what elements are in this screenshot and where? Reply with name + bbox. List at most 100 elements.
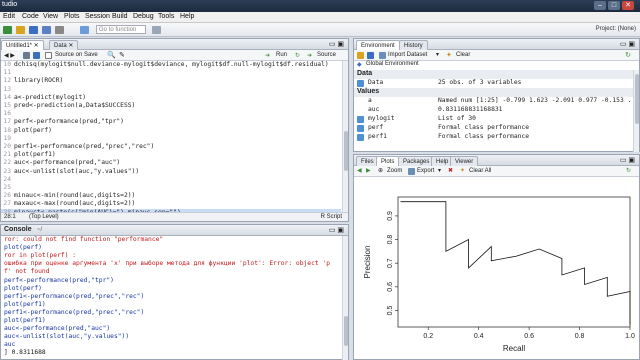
env-row[interactable]: perf Formal class performance xyxy=(354,124,635,133)
search-icon[interactable]: 🔍 xyxy=(107,51,116,59)
maximize-button[interactable]: □ xyxy=(608,1,620,10)
language-selector[interactable]: R Script xyxy=(321,214,342,220)
env-row[interactable]: auc 0.831168831168831 xyxy=(354,106,635,115)
print-icon[interactable] xyxy=(55,26,64,34)
load-workspace-icon[interactable] xyxy=(357,52,364,59)
new-file-icon[interactable] xyxy=(3,26,12,34)
console-output[interactable]: ror: could not find function "performanc… xyxy=(1,236,341,360)
back-icon[interactable]: ◀ ▶ xyxy=(4,52,15,59)
go-to-file-icon[interactable] xyxy=(80,26,89,34)
code-line[interactable]: 18 plot(perf) xyxy=(1,127,341,135)
line-number: 27 xyxy=(3,200,11,208)
dropdown-arrow-icon[interactable]: ▾ xyxy=(436,51,439,58)
env-row[interactable]: perf1 Formal class performance xyxy=(354,133,635,142)
code-line[interactable]: 24 xyxy=(1,176,341,184)
code-line[interactable]: 11 xyxy=(1,69,341,77)
code-line[interactable]: 14 a<-predict(mylogit) xyxy=(1,94,341,102)
global-environment-selector[interactable]: Global Environment xyxy=(366,61,419,67)
export-button[interactable]: Export xyxy=(417,168,434,174)
tab-viewer[interactable]: Viewer xyxy=(450,156,479,166)
console-scrollbar[interactable] xyxy=(342,236,348,360)
tab-untitled1[interactable]: Untitled1* ✕ xyxy=(1,40,44,50)
remove-plot-icon[interactable]: ✖ xyxy=(448,167,453,174)
source-button[interactable]: Source xyxy=(317,52,336,58)
code-line[interactable]: 17 perf<-performance(pred,"tpr") xyxy=(1,118,341,126)
save-all-icon[interactable] xyxy=(42,26,51,34)
import-dataset-button[interactable]: Import Dataset xyxy=(388,52,427,58)
source-arrow-icon[interactable]: ➜ xyxy=(307,52,312,59)
code-line[interactable]: 13 xyxy=(1,86,341,94)
pane-minmax-icon[interactable]: ▭ ▣ xyxy=(620,40,635,48)
environment-scrollbar[interactable] xyxy=(633,70,639,152)
code-line[interactable]: 12 library(ROCR) xyxy=(1,77,341,85)
menu-debug[interactable]: Debug xyxy=(133,13,154,20)
save-workspace-icon[interactable] xyxy=(367,52,374,59)
menu-edit[interactable]: Edit xyxy=(3,13,15,20)
tab-history[interactable]: History xyxy=(399,40,428,50)
code-line[interactable]: 22 auc<-performance(pred,"auc") xyxy=(1,159,341,167)
env-row[interactable]: mylogit List of 30 xyxy=(354,115,635,124)
save-icon[interactable] xyxy=(29,26,38,34)
refresh-icon[interactable]: ↻ xyxy=(626,167,631,174)
tab-packages[interactable]: Packages xyxy=(398,156,435,166)
pane-minmax-icon[interactable]: ▭ ▣ xyxy=(329,40,344,48)
run-arrow-icon[interactable]: ➜ xyxy=(265,52,270,59)
code-line[interactable]: 16 xyxy=(1,110,341,118)
run-button[interactable]: Run xyxy=(276,52,287,58)
code-line[interactable]: 23 auc<-unlist(slot(auc,"y.values")) xyxy=(1,168,341,176)
source-on-save-checkbox[interactable] xyxy=(45,52,52,59)
menu-help[interactable]: Help xyxy=(180,13,194,20)
env-row[interactable]: a Named num [1:25] -0.799 1.623 -2.091 0.… xyxy=(354,97,635,106)
code-line[interactable]: 20 perf1<-performance(pred,"prec","rec") xyxy=(1,143,341,151)
console-pane: Console ~/ ▭ ▣ ror: could not find funct… xyxy=(0,224,349,360)
wand-icon[interactable]: ✎ xyxy=(119,51,125,59)
close-button[interactable]: ✕ xyxy=(622,1,634,10)
line-number: 22 xyxy=(3,159,11,167)
code-line[interactable]: 27 maxauc<-max(round(auc,digits=2)) xyxy=(1,200,341,208)
pane-minmax-icon[interactable]: ▭ ▣ xyxy=(329,226,344,234)
code-line[interactable]: 25 xyxy=(1,184,341,192)
env-value: Named num [1:25] -0.799 1.623 -2.091 0.9… xyxy=(438,97,632,104)
dropdown-arrow-icon[interactable]: ▾ xyxy=(438,167,441,174)
menu-session[interactable]: Session xyxy=(85,13,110,20)
prev-plot-icon[interactable]: ◀ xyxy=(357,167,362,174)
broom-icon[interactable]: ✦ xyxy=(446,51,452,59)
menu-code[interactable]: Code xyxy=(22,13,39,20)
code-line[interactable]: 21 plot(perf1) xyxy=(1,151,341,159)
scope-selector[interactable]: (Top Level) xyxy=(29,214,59,220)
open-folder-icon[interactable] xyxy=(16,26,25,34)
save-icon[interactable] xyxy=(33,52,40,59)
menu-tools[interactable]: Tools xyxy=(158,13,174,20)
tab-data[interactable]: Data ✕ xyxy=(49,40,79,50)
env-row[interactable]: Data 25 obs. of 3 variables xyxy=(354,79,635,88)
zoom-icon[interactable]: ⊕ xyxy=(378,167,383,174)
menu-build[interactable]: Build xyxy=(112,13,128,20)
clear-button[interactable]: Clear xyxy=(456,52,470,58)
pane-minmax-icon[interactable]: ▭ ▣ xyxy=(620,156,635,164)
code-line[interactable]: 15 pred<-prediction(a,Data$SUCCESS) xyxy=(1,102,341,110)
code-area[interactable]: 10 dchisq(mylogit$null.deviance-mylogit$d… xyxy=(1,61,341,224)
plot-frame xyxy=(397,196,631,328)
go-to-function-input[interactable]: Go to function xyxy=(96,25,146,34)
minimize-button[interactable]: – xyxy=(594,1,606,10)
broom-icon[interactable]: ✦ xyxy=(460,167,465,174)
grid-icon[interactable] xyxy=(152,26,161,34)
clear-all-button[interactable]: Clear All xyxy=(469,168,491,174)
code-line[interactable]: 26 minauc<-min(round(auc,digits=2)) xyxy=(1,192,341,200)
menu-view[interactable]: View xyxy=(43,13,58,20)
editor-scrollbar[interactable] xyxy=(342,61,348,213)
tab-environment[interactable]: Environment xyxy=(356,40,400,50)
show-in-window-icon[interactable] xyxy=(23,52,30,59)
project-menu[interactable]: Project: (None) xyxy=(596,26,636,32)
rerun-icon[interactable]: ↻ xyxy=(295,52,300,59)
import-dataset-icon[interactable] xyxy=(379,52,386,59)
next-plot-icon[interactable]: ▶ xyxy=(366,167,371,174)
console-path[interactable]: ~/ xyxy=(37,227,42,233)
refresh-icon[interactable]: ↻ xyxy=(625,51,631,59)
tab-plots[interactable]: Plots xyxy=(376,156,400,166)
code-line[interactable]: 10 dchisq(mylogit$null.deviance-mylogit$d… xyxy=(1,61,341,69)
code-line[interactable]: 19 xyxy=(1,135,341,143)
zoom-button[interactable]: Zoom xyxy=(387,168,402,174)
export-icon[interactable] xyxy=(408,168,415,175)
menu-plots[interactable]: Plots xyxy=(64,13,80,20)
